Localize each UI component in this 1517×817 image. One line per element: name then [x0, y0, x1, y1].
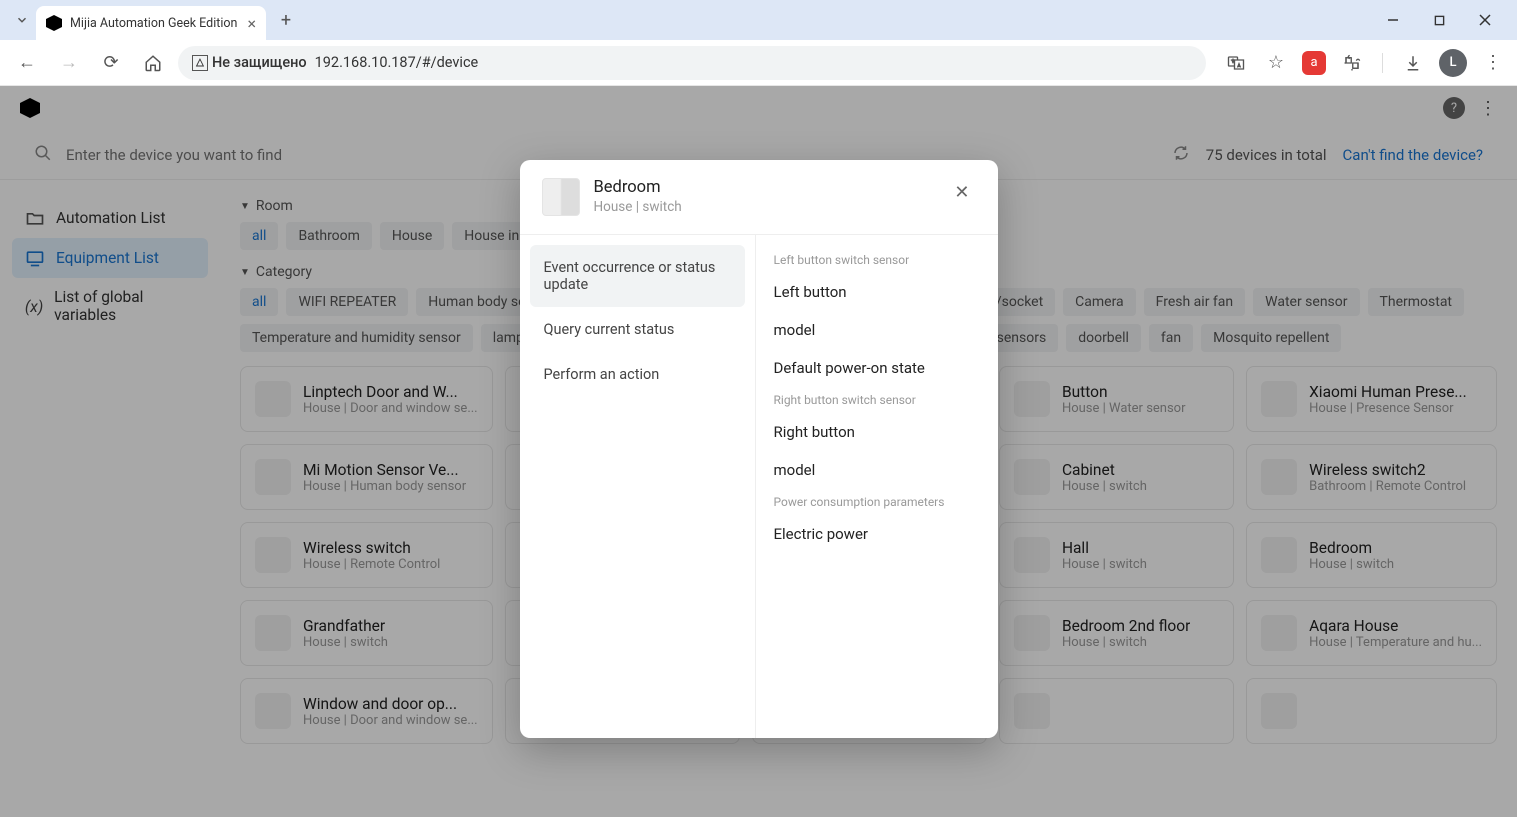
modal-overlay[interactable]: Bedroom House | switch ✕ Event occurrenc… — [0, 86, 1517, 817]
translate-icon[interactable] — [1222, 49, 1250, 77]
minimize-button[interactable] — [1379, 6, 1407, 34]
modal-subtitle: House | switch — [594, 199, 682, 215]
profile-avatar[interactable]: L — [1439, 49, 1467, 77]
modal-header: Bedroom House | switch ✕ — [520, 160, 998, 235]
url-text: 192.168.10.187/#/device — [315, 54, 479, 71]
modal-section-label: Right button switch sensor — [770, 387, 984, 413]
app-root: ? ⋮ 75 devices in total Can't find the d… — [0, 86, 1517, 817]
modal-option[interactable]: Left button — [770, 273, 984, 311]
modal-section-label: Left button switch sensor — [770, 247, 984, 273]
modal-nav-item[interactable]: Query current status — [530, 307, 745, 352]
modal-section-label: Power consumption parameters — [770, 489, 984, 515]
security-text: Не защищено — [212, 54, 307, 71]
modal-content: Left button switch sensorLeft buttonmode… — [756, 235, 998, 738]
extensions-icon[interactable] — [1338, 49, 1366, 77]
close-window-button[interactable] — [1471, 6, 1499, 34]
modal-option[interactable]: model — [770, 311, 984, 349]
tab-title: Mijia Automation Geek Edition — [70, 16, 239, 31]
browser-toolbar: ← → ⟳ △ Не защищено 192.168.10.187/#/dev… — [0, 40, 1517, 86]
modal-option[interactable]: Right button — [770, 413, 984, 451]
modal-nav: Event occurrence or status updateQuery c… — [520, 235, 756, 738]
extension-a-icon[interactable]: a — [1302, 51, 1326, 75]
modal-close-button[interactable]: ✕ — [948, 178, 975, 207]
modal-body: Event occurrence or status updateQuery c… — [520, 235, 998, 738]
tab-favicon-icon — [46, 15, 62, 31]
modal-title: Bedroom — [594, 178, 682, 197]
home-button[interactable] — [136, 46, 170, 80]
divider — [1382, 53, 1383, 73]
browser-tab[interactable]: Mijia Automation Geek Edition × — [36, 6, 266, 40]
reload-button[interactable]: ⟳ — [94, 46, 128, 80]
modal-nav-item[interactable]: Perform an action — [530, 352, 745, 397]
modal-nav-item[interactable]: Event occurrence or status update — [530, 245, 745, 307]
new-tab-button[interactable]: + — [272, 6, 300, 34]
forward-button[interactable]: → — [52, 46, 86, 80]
modal-option[interactable]: model — [770, 451, 984, 489]
warning-icon: △ — [192, 55, 208, 71]
modal-option[interactable]: Electric power — [770, 515, 984, 553]
bookmark-icon[interactable]: ☆ — [1262, 49, 1290, 77]
tab-close-button[interactable]: × — [247, 14, 256, 33]
downloads-icon[interactable] — [1399, 49, 1427, 77]
modal-option[interactable]: Default power-on state — [770, 349, 984, 387]
browser-menu-button[interactable]: ⋮ — [1479, 49, 1507, 77]
device-thumb-icon — [542, 178, 580, 216]
security-indicator[interactable]: △ Не защищено — [192, 54, 307, 71]
maximize-button[interactable] — [1425, 6, 1453, 34]
tab-search-button[interactable] — [8, 6, 36, 34]
browser-tab-strip: Mijia Automation Geek Edition × + — [0, 0, 1517, 40]
back-button[interactable]: ← — [10, 46, 44, 80]
device-modal: Bedroom House | switch ✕ Event occurrenc… — [520, 160, 998, 738]
address-bar[interactable]: △ Не защищено 192.168.10.187/#/device — [178, 46, 1206, 80]
window-controls — [1379, 6, 1509, 34]
